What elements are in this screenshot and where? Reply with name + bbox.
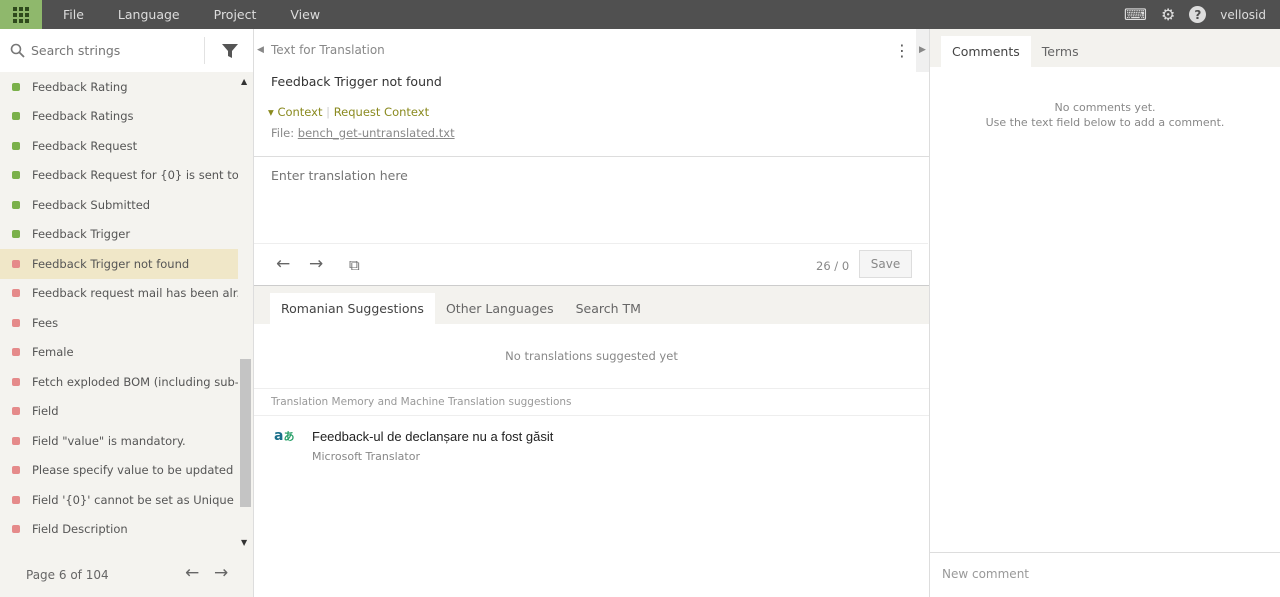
next-page-button[interactable]: → (214, 563, 228, 583)
comments-hint: Use the text field below to add a commen… (985, 116, 1225, 129)
list-item[interactable]: Field "value" is mandatory. (0, 426, 238, 456)
source-label: Text for Translation (271, 43, 385, 57)
untranslated-status-icon (12, 495, 20, 504)
list-item[interactable]: Fees (0, 308, 238, 338)
source-text: Feedback Trigger not found (271, 74, 442, 89)
translated-status-icon (12, 200, 20, 209)
menu-project[interactable]: Project (193, 7, 270, 22)
list-item[interactable]: Feedback Submitted (0, 190, 238, 220)
list-item[interactable]: Feedback Rating (0, 72, 238, 102)
string-list: Feedback Rating Feedback Ratings Feedback … (0, 72, 238, 552)
search-input[interactable] (31, 43, 191, 58)
untranslated-status-icon (12, 525, 20, 534)
list-item-label: Feedback Submitted (32, 197, 151, 212)
char-count: 26 / 0 (816, 259, 850, 273)
save-button[interactable]: Save (859, 250, 912, 278)
list-item[interactable]: Field '{0}' cannot be set as Unique a... (0, 485, 238, 515)
list-item-label: Feedback Trigger (32, 227, 131, 242)
untranslated-status-icon (12, 318, 20, 327)
list-item-label: Female (32, 345, 74, 360)
top-bar: File Language Project View ⌨ ⚙ ? vellosi… (0, 0, 1280, 29)
menu-language[interactable]: Language (97, 7, 193, 22)
previous-string-button[interactable]: ← (276, 254, 290, 274)
list-item[interactable]: Feedback Trigger (0, 220, 238, 250)
list-item-label: Field (32, 404, 59, 419)
translated-status-icon (12, 141, 20, 150)
search-icon (10, 43, 25, 58)
suggestion-item[interactable]: aあ Feedback-ul de declanșare nu a fost g… (254, 416, 929, 476)
untranslated-status-icon (12, 377, 20, 386)
suggestion-text: Feedback-ul de declanșare nu a fost găsi… (312, 429, 554, 444)
editor-panel: ◀ ▶ Text for Translation ⋮ Feedback Trig… (254, 29, 930, 597)
untranslated-status-icon (12, 348, 20, 357)
next-string-button[interactable]: → (309, 254, 323, 274)
context-toggle[interactable]: ▾ Context (268, 105, 323, 119)
menu-view[interactable]: View (269, 7, 333, 22)
more-options-icon[interactable]: ⋮ (894, 41, 910, 60)
list-item[interactable]: Feedback Ratings (0, 102, 238, 132)
list-item-label: Fees (32, 315, 59, 330)
prev-page-button[interactable]: ← (185, 563, 199, 583)
copy-source-icon[interactable]: ⧉ (349, 256, 360, 274)
list-item-label: Feedback request mail has been alr... (32, 286, 238, 301)
untranslated-status-icon (12, 436, 20, 445)
help-icon[interactable]: ? (1189, 6, 1207, 23)
translated-status-icon (12, 82, 20, 91)
file-label: File: (271, 126, 295, 140)
list-item[interactable]: Feedback Request for {0} is sent to {1} (0, 161, 238, 191)
list-item[interactable]: Feedback Trigger not found (0, 249, 238, 279)
apps-button[interactable] (0, 0, 42, 29)
tab-other-languages[interactable]: Other Languages (435, 293, 565, 324)
keyboard-icon[interactable]: ⌨ (1124, 5, 1147, 24)
list-item[interactable]: Field (0, 397, 238, 427)
translated-status-icon (12, 171, 20, 180)
translator-icon: aあ (274, 428, 295, 444)
list-item[interactable]: Fetch exploded BOM (including sub-... (0, 367, 238, 397)
list-item[interactable]: Field Na (0, 544, 238, 553)
comments-panel: Comments Terms No comments yet. Use the t… (930, 29, 1280, 597)
list-item-label: Field Description (32, 522, 128, 537)
no-suggestions-text: No translations suggested yet (254, 324, 929, 389)
list-item-label: Field "value" is mandatory. (32, 433, 186, 448)
untranslated-status-icon (12, 289, 20, 298)
untranslated-status-icon (12, 407, 20, 416)
scrollbar[interactable]: ▲ ▼ (238, 72, 253, 552)
list-item-label: Field '{0}' cannot be set as Unique a... (32, 492, 238, 507)
new-comment-input[interactable]: New comment (930, 552, 1280, 597)
list-item-label: Feedback Request for {0} is sent to {1} (32, 168, 238, 183)
tab-romanian-suggestions[interactable]: Romanian Suggestions (270, 293, 435, 324)
list-item-label: Feedback Request (32, 138, 138, 153)
list-item[interactable]: Field Description (0, 515, 238, 545)
list-item-label: Feedback Trigger not found (32, 256, 190, 271)
sidebar: Feedback Rating Feedback Ratings Feedback … (0, 29, 254, 597)
list-item[interactable]: Feedback Request (0, 131, 238, 161)
menu-file[interactable]: File (42, 7, 97, 22)
page-indicator: Page 6 of 104 (26, 567, 109, 582)
tab-search-tm[interactable]: Search TM (565, 293, 652, 324)
suggestion-source: Microsoft Translator (312, 450, 420, 463)
untranslated-status-icon (12, 466, 20, 475)
gear-icon[interactable]: ⚙ (1161, 5, 1175, 24)
tm-header: Translation Memory and Machine Translati… (254, 389, 929, 416)
tab-comments[interactable]: Comments (941, 36, 1031, 67)
request-context-link[interactable]: Request Context (334, 105, 429, 119)
translated-status-icon (12, 230, 20, 239)
file-link[interactable]: bench_get-untranslated.txt (298, 126, 455, 140)
list-item-label: Feedback Rating (32, 79, 128, 94)
list-item[interactable]: Female (0, 338, 238, 368)
translated-status-icon (12, 112, 20, 121)
list-item[interactable]: Please specify value to be updated (0, 456, 238, 486)
translation-input[interactable] (254, 157, 928, 244)
no-comments-text: No comments yet. (1054, 101, 1156, 114)
list-item-label: Fetch exploded BOM (including sub-... (32, 374, 238, 389)
list-item-label: Feedback Ratings (32, 109, 134, 124)
user-menu[interactable]: vellosid (1220, 8, 1266, 22)
tab-terms[interactable]: Terms (1031, 36, 1090, 67)
list-item-label: Please specify value to be updated (32, 463, 234, 478)
grid-icon (13, 6, 29, 23)
filter-button[interactable] (204, 37, 254, 64)
untranslated-status-icon (12, 259, 20, 268)
list-item[interactable]: Feedback request mail has been alr... (0, 279, 238, 309)
filter-icon (221, 43, 238, 58)
